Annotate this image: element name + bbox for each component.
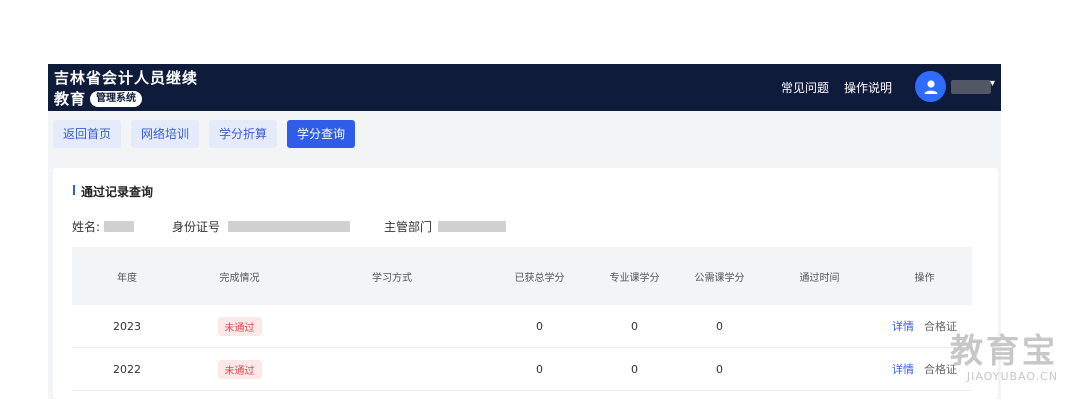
table-row: 2023 未通过 0 0 0 详情 合格证 xyxy=(72,305,972,348)
tab-online-training[interactable]: 网络培训 xyxy=(131,120,200,148)
nav-tabs: 返回首页 网络培训 学分折算 学分查询 xyxy=(53,120,356,148)
records-card: 通过记录查询 姓名: 身份证号 主管部门 年度 完成情况 学习方式 已获总学分 … xyxy=(53,168,998,399)
brand-badge: 管理系统 xyxy=(90,90,143,107)
status-badge: 未通过 xyxy=(217,316,262,336)
cell-method xyxy=(297,347,487,391)
tab-credit-conversion[interactable]: 学分折算 xyxy=(209,120,278,148)
chevron-down-icon[interactable]: ▾ xyxy=(990,78,995,89)
user-avatar-icon[interactable] xyxy=(915,71,946,102)
table-row: 2022 未通过 0 0 0 详情 合格证 xyxy=(72,347,972,391)
header-total-credits: 已获总学分 xyxy=(487,247,592,305)
cell-year: 2022 xyxy=(72,347,182,391)
status-badge: 未通过 xyxy=(217,359,262,379)
id-info: 身份证号 xyxy=(172,218,351,235)
guide-link[interactable]: 操作说明 xyxy=(844,79,892,96)
header-method: 学习方式 xyxy=(297,247,487,305)
cell-year: 2023 xyxy=(72,305,182,348)
cell-professional-credits: 0 xyxy=(592,305,677,348)
name-info: 姓名: xyxy=(72,218,135,235)
watermark-main: 教育宝 xyxy=(950,331,1058,370)
id-value-redacted xyxy=(228,221,351,232)
name-value-redacted xyxy=(104,221,135,232)
header-status: 完成情况 xyxy=(182,247,297,305)
watermark-logo: 教育宝 JIAOYUBAO.CN xyxy=(950,331,1058,384)
cell-total-credits: 0 xyxy=(487,347,592,391)
cell-public-credits: 0 xyxy=(677,347,762,391)
header-actions: 操作 xyxy=(877,247,972,305)
table-header-row: 年度 完成情况 学习方式 已获总学分 专业课学分 公需课学分 通过时间 操作 xyxy=(72,247,972,305)
brand-title: 吉林省会计人员继续 xyxy=(54,69,199,87)
tab-home[interactable]: 返回首页 xyxy=(53,120,122,148)
cell-status: 未通过 xyxy=(182,347,297,391)
dept-info: 主管部门 xyxy=(384,218,507,235)
cell-pass-time xyxy=(762,305,877,348)
tab-credit-query[interactable]: 学分查询 xyxy=(287,120,356,148)
records-table: 年度 完成情况 学习方式 已获总学分 专业课学分 公需课学分 通过时间 操作 2… xyxy=(72,247,972,391)
app-window: 吉林省会计人员继续 教育 管理系统 常见问题 操作说明 ▾ 返回首页 网络培训 … xyxy=(48,64,1001,399)
header-pass-time: 通过时间 xyxy=(762,247,877,305)
cell-total-credits: 0 xyxy=(487,305,592,348)
dept-value-redacted xyxy=(438,221,507,232)
id-label: 身份证号 xyxy=(172,220,221,234)
cell-method xyxy=(297,305,487,348)
faq-link[interactable]: 常见问题 xyxy=(781,79,829,96)
cell-professional-credits: 0 xyxy=(592,347,677,391)
cell-status: 未通过 xyxy=(182,305,297,348)
username-redacted[interactable] xyxy=(951,80,991,94)
cell-pass-time xyxy=(762,347,877,391)
header-year: 年度 xyxy=(72,247,182,305)
cell-public-credits: 0 xyxy=(677,305,762,348)
brand-title-suffix: 教育 xyxy=(54,90,87,108)
top-header: 吉林省会计人员继续 教育 管理系统 常见问题 操作说明 ▾ xyxy=(48,64,1001,111)
dept-label: 主管部门 xyxy=(384,220,433,234)
name-label: 姓名: xyxy=(72,220,101,234)
header-professional-credits: 专业课学分 xyxy=(592,247,677,305)
brand-title-line2: 教育 管理系统 xyxy=(54,88,143,109)
watermark-sub: JIAOYUBAO.CN xyxy=(966,370,1058,383)
header-public-credits: 公需课学分 xyxy=(677,247,762,305)
section-title: 通过记录查询 xyxy=(73,183,153,200)
detail-link[interactable]: 详情 xyxy=(892,320,914,333)
detail-link[interactable]: 详情 xyxy=(892,363,914,376)
